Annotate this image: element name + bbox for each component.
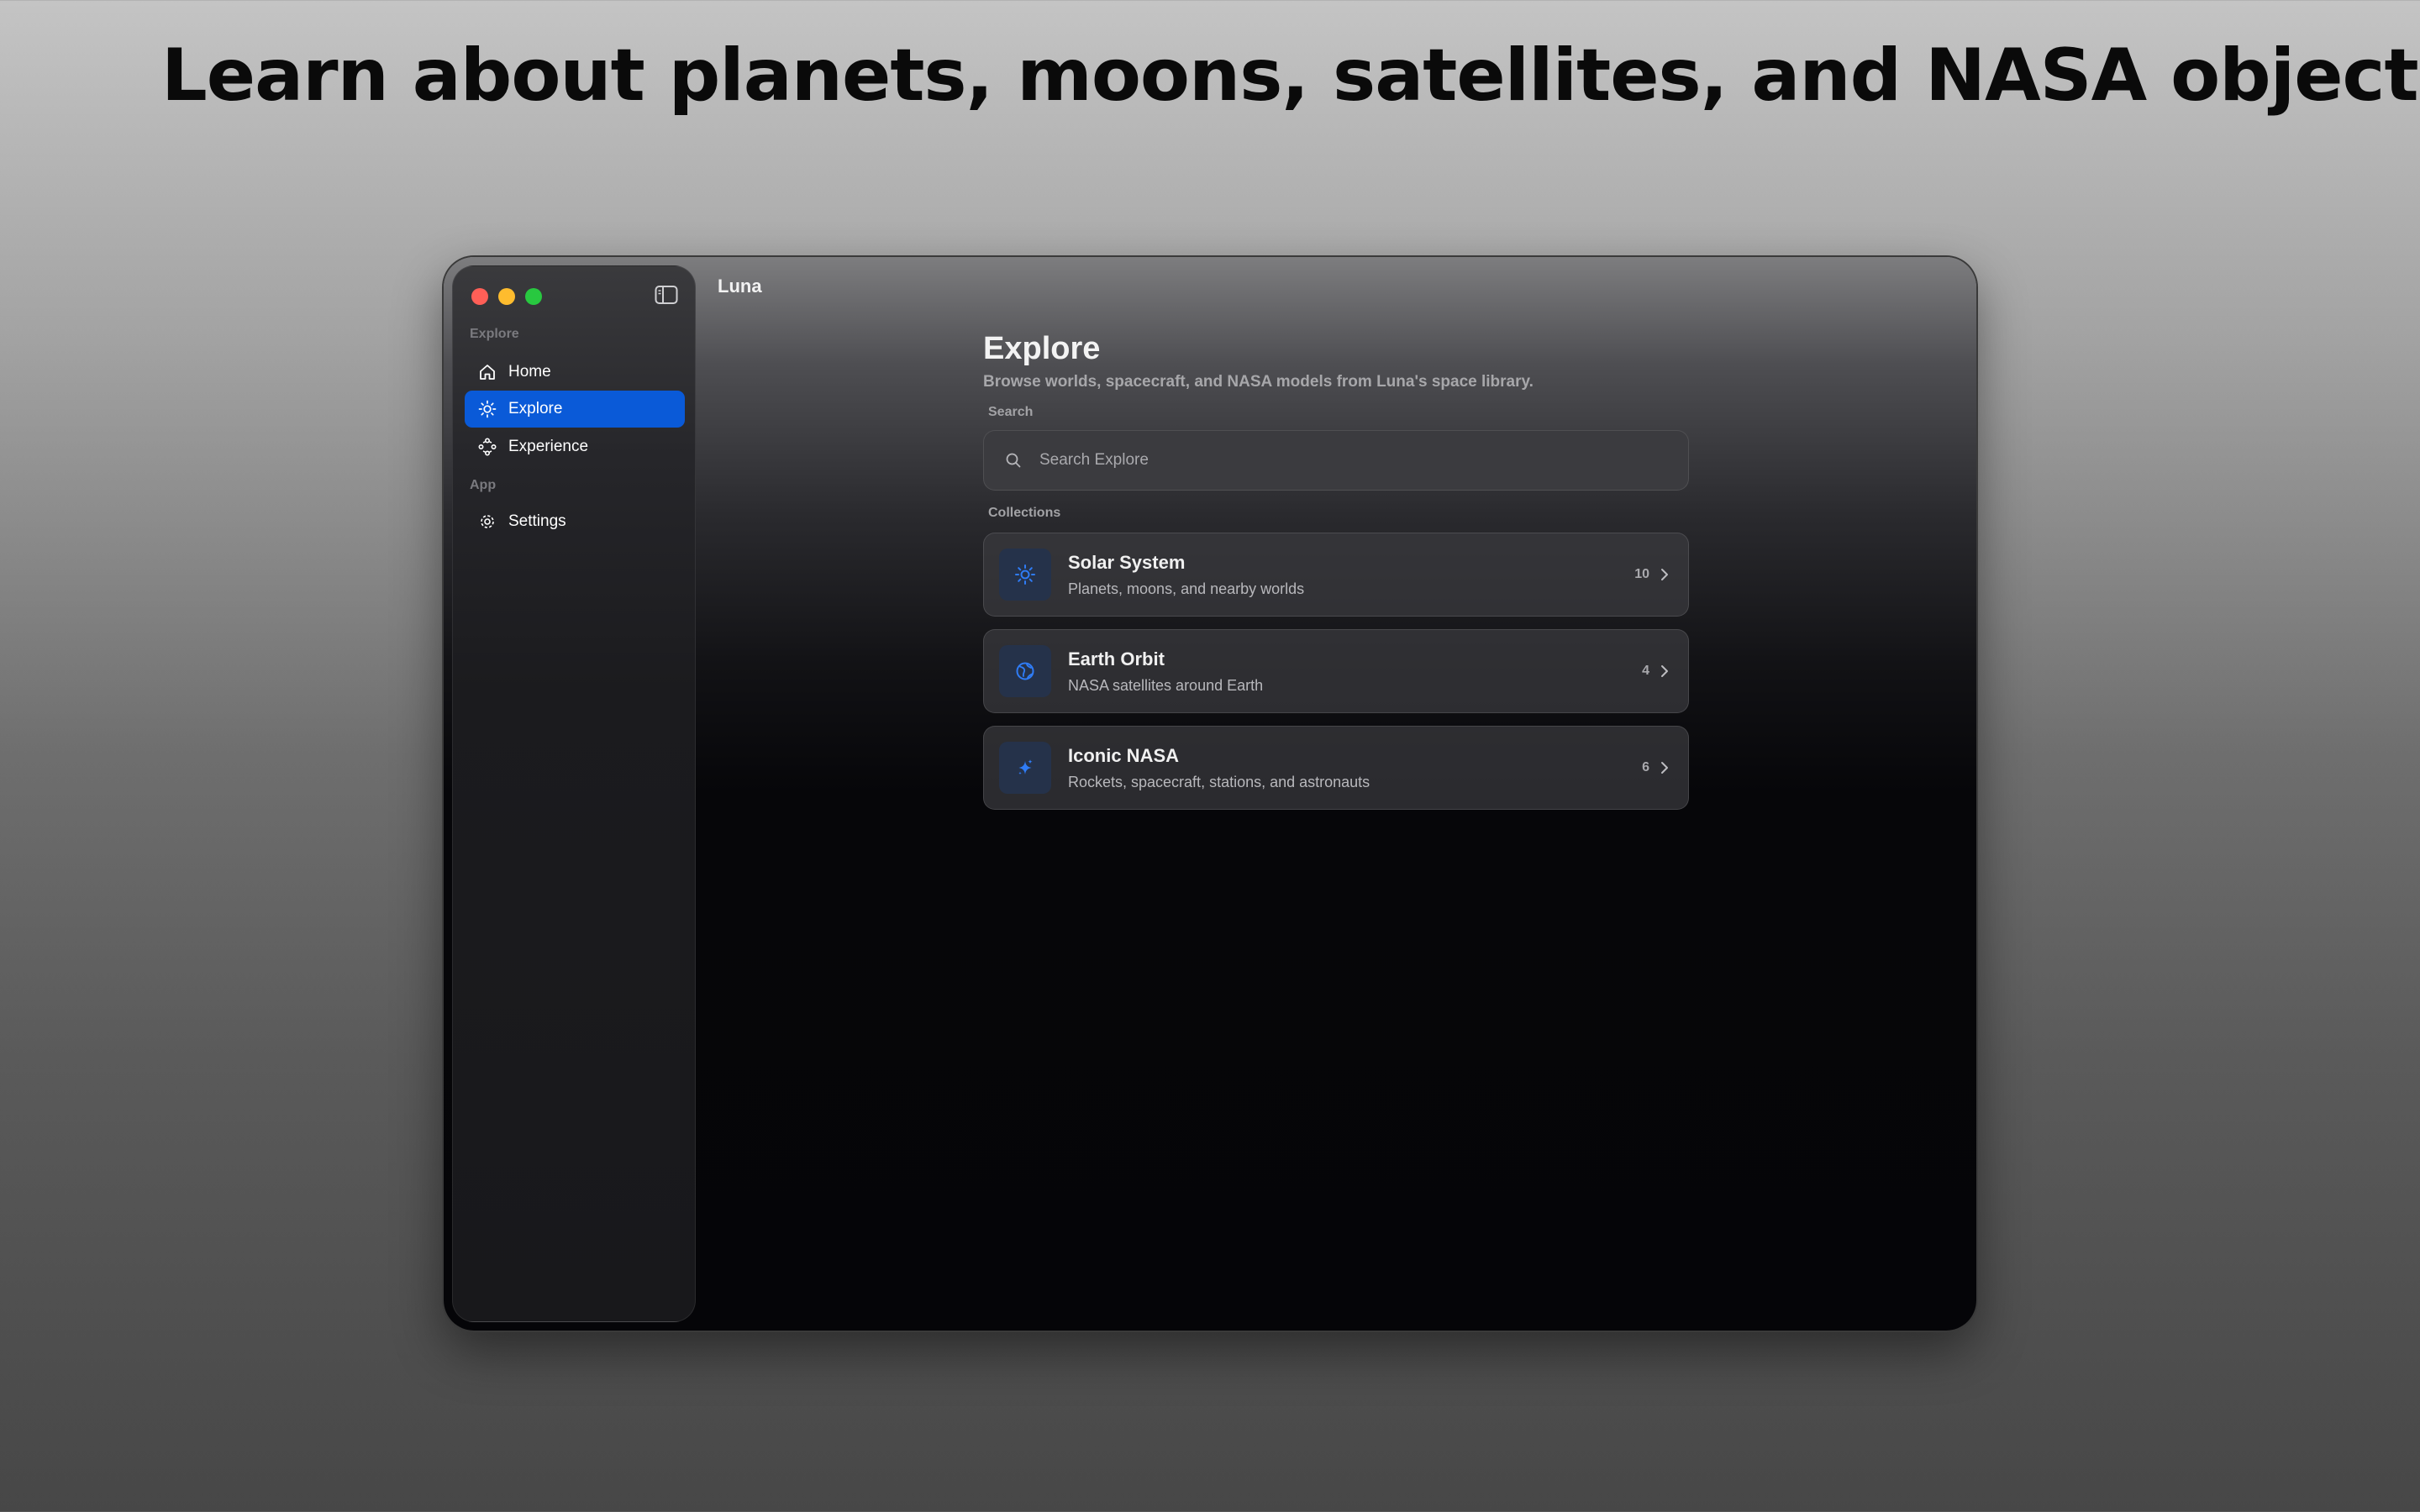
- chevron-right-icon: [1661, 569, 1668, 580]
- collections-label: Collections: [988, 506, 1061, 520]
- marketing-headline: Learn about planets, moons, satellites, …: [161, 34, 2420, 118]
- card-count: 4: [1642, 664, 1649, 678]
- card-text: Solar System Planets, moons, and nearby …: [1068, 552, 1634, 598]
- sun-icon: [1015, 564, 1035, 585]
- globe-icon: [1016, 662, 1034, 680]
- card-subtitle: Rockets, spacecraft, stations, and astro…: [1068, 773, 1370, 790]
- card-title: Earth Orbit: [1068, 648, 1165, 669]
- minimize-window-button[interactable]: [498, 288, 515, 305]
- sidebar-section-explore: Explore: [470, 327, 519, 341]
- maximize-window-button[interactable]: [525, 288, 542, 305]
- sidebar-item-experience[interactable]: Experience: [465, 428, 685, 465]
- close-window-button[interactable]: [471, 288, 488, 305]
- card-subtitle: NASA satellites around Earth: [1068, 676, 1264, 694]
- home-icon: [480, 365, 495, 380]
- chevron-right-icon: [1661, 665, 1668, 677]
- sidebar-item-settings[interactable]: Settings: [465, 503, 685, 540]
- card-title: Iconic NASA: [1068, 744, 1180, 766]
- collection-card-iconic-nasa[interactable]: Iconic NASA Rockets, spacecraft, station…: [983, 726, 1689, 810]
- sidebar-item-label: Experience: [508, 438, 589, 455]
- sidebar-item-label: Home: [508, 363, 551, 381]
- card-count: 10: [1634, 567, 1649, 581]
- page-subtitle: Browse worlds, spacecraft, and NASA mode…: [983, 373, 1534, 391]
- card-subtitle: Planets, moons, and nearby worlds: [1068, 580, 1305, 597]
- network-icon: [478, 438, 497, 456]
- chevron-right-icon: [1661, 762, 1668, 774]
- sidebar-section-app: App: [470, 478, 497, 492]
- collection-card-solar-system[interactable]: Solar System Planets, moons, and nearby …: [983, 533, 1689, 617]
- search-icon: [1006, 453, 1021, 468]
- sparkles-icon: [1018, 759, 1033, 775]
- collection-card-earth-orbit[interactable]: Earth Orbit NASA satellites around Earth…: [983, 629, 1689, 713]
- page-title: Explore: [983, 331, 1101, 366]
- sidebar: Explore Home Explore Experience App Sett…: [452, 265, 696, 1322]
- card-icon-box: [999, 645, 1051, 697]
- card-count: 6: [1642, 760, 1649, 774]
- app-title: Luna: [718, 276, 762, 297]
- card-text: Iconic NASA Rockets, spacecraft, station…: [1068, 745, 1642, 791]
- sidebar-item-label: Explore: [508, 400, 563, 417]
- card-icon-box: [999, 549, 1051, 601]
- sidebar-item-home[interactable]: Home: [465, 354, 685, 391]
- card-title: Solar System: [1068, 551, 1186, 573]
- card-icon-box: [999, 742, 1051, 794]
- card-text: Earth Orbit NASA satellites around Earth: [1068, 648, 1642, 695]
- sidebar-toggle-icon[interactable]: [655, 285, 678, 305]
- sidebar-item-label: Settings: [508, 512, 566, 530]
- sidebar-item-explore[interactable]: Explore: [465, 391, 685, 428]
- sun-icon: [478, 400, 497, 418]
- search-field[interactable]: [983, 430, 1689, 491]
- app-window: Explore Home Explore Experience App Sett…: [444, 257, 1976, 1331]
- search-input[interactable]: [1038, 450, 1688, 470]
- gear-icon: [481, 515, 494, 528]
- search-label: Search: [988, 405, 1034, 419]
